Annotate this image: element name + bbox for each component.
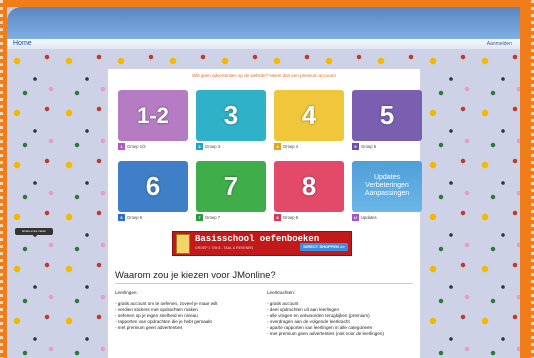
- tile-number: 8: [301, 171, 317, 201]
- tile-image[interactable]: 7: [196, 161, 266, 212]
- nav-home-link[interactable]: Home: [13, 39, 32, 49]
- students-column: Leerlingen: - gratis account om te oefen…: [115, 290, 260, 331]
- tile-number: 1-2: [137, 103, 169, 128]
- book-icon: [176, 234, 190, 254]
- teachers-column: Leerkrachten: - gratis account - deel op…: [267, 290, 417, 337]
- tile-image[interactable]: 6: [118, 161, 188, 212]
- updates-icon: U: [352, 214, 359, 221]
- tile-groep-1-2[interactable]: 1-2 1 Groep 1/2: [118, 90, 188, 152]
- tile-caption-text: Groep 5: [361, 144, 377, 149]
- tile-image[interactable]: Updates Verbeteringen Aanpassingen: [352, 161, 422, 212]
- tile-caption-text: Groep 3: [205, 144, 221, 149]
- promo-text[interactable]: Wilt geen advertenties op de website? Ne…: [108, 73, 420, 78]
- tile-caption-text: Groep 7: [205, 215, 221, 220]
- side-badge[interactable]: Gratis extra zaken: [15, 228, 53, 235]
- tile-number: 3: [223, 100, 239, 130]
- list-item: - met premium geen advertenties (ook voo…: [267, 331, 384, 336]
- tile-groep-4[interactable]: 4 4 Groep 4: [274, 90, 344, 152]
- group-icon: 4: [274, 143, 281, 150]
- tile-image[interactable]: 4: [274, 90, 344, 141]
- list-item: - met premium geen advertenties: [115, 325, 183, 330]
- updates-lines: Updates Verbeteringen Aanpassingen: [364, 174, 410, 197]
- group-icon: 3: [196, 143, 203, 150]
- tile-caption[interactable]: 7 Groep 7: [196, 214, 266, 222]
- tile-caption[interactable]: 4 Groep 4: [274, 143, 344, 151]
- main-content: Wilt geen advertenties op de website? Ne…: [108, 69, 422, 358]
- tile-caption-text: Groep 6: [127, 215, 143, 220]
- tile-caption[interactable]: 5 Groep 5: [352, 143, 422, 151]
- why-heading: Waarom zou je kiezen voor JMonline?: [115, 270, 276, 281]
- nav-bar: Home Aanmelden: [7, 39, 520, 49]
- divider: [115, 283, 413, 284]
- oefenboeken-banner[interactable]: Basisschool oefenboeken GROEP 1 T/M 8 - …: [172, 231, 352, 256]
- tile-caption-text: Groep 8: [283, 215, 299, 220]
- tile-caption[interactable]: 1 Groep 1/2: [118, 143, 188, 151]
- tile-caption-text: Updates: [361, 215, 377, 220]
- tile-groep-6[interactable]: 6 6 Groep 6: [118, 161, 188, 223]
- tile-image[interactable]: 3: [196, 90, 266, 141]
- site-header: [7, 7, 520, 39]
- banner-subtitle: GROEP 1 T/M 8 - TAAL & REKENEN: [195, 246, 253, 250]
- group-icon: 1: [118, 143, 125, 150]
- shop-now-button[interactable]: DIRECT SHOPPEN >>: [300, 243, 348, 251]
- students-list: - gratis account om te oefenen, zoveel j…: [115, 301, 260, 331]
- group-icon: 7: [196, 214, 203, 221]
- group-icon: 8: [274, 214, 281, 221]
- tile-image[interactable]: 5: [352, 90, 422, 141]
- teachers-heading: Leerkrachten:: [267, 290, 296, 295]
- tile-groep-7[interactable]: 7 7 Groep 7: [196, 161, 266, 223]
- tile-caption[interactable]: 8 Groep 8: [274, 214, 344, 222]
- tile-caption-text: Groep 4: [283, 144, 299, 149]
- tile-groep-5[interactable]: 5 5 Groep 5: [352, 90, 422, 152]
- tile-number: 4: [301, 100, 317, 130]
- tile-caption-text: Groep 1/2: [127, 144, 146, 149]
- tile-groep-8[interactable]: 8 8 Groep 8: [274, 161, 344, 223]
- nav-login-link[interactable]: Aanmelden: [487, 39, 512, 49]
- frame-edge-left: [0, 0, 3, 358]
- teachers-list: - gratis account - deel opdrachten uit a…: [267, 301, 417, 337]
- tile-caption[interactable]: 3 Groep 3: [196, 143, 266, 151]
- tile-number: 5: [379, 100, 395, 130]
- browser-page: Home Aanmelden Gratis extra zaken Wilt g…: [7, 7, 520, 358]
- tile-groep-3[interactable]: 3 3 Groep 3: [196, 90, 266, 152]
- tile-image[interactable]: 8: [274, 161, 344, 212]
- tile-number: 7: [223, 171, 239, 201]
- group-icon: 5: [352, 143, 359, 150]
- students-heading: Leerlingen:: [115, 290, 138, 295]
- tile-number: 6: [145, 171, 161, 201]
- tile-updates[interactable]: Updates Verbeteringen Aanpassingen U Upd…: [352, 161, 422, 223]
- group-icon: 6: [118, 214, 125, 221]
- tile-caption[interactable]: 6 Groep 6: [118, 214, 188, 222]
- tile-image[interactable]: 1-2: [118, 90, 188, 141]
- tile-caption[interactable]: U Updates: [352, 214, 422, 222]
